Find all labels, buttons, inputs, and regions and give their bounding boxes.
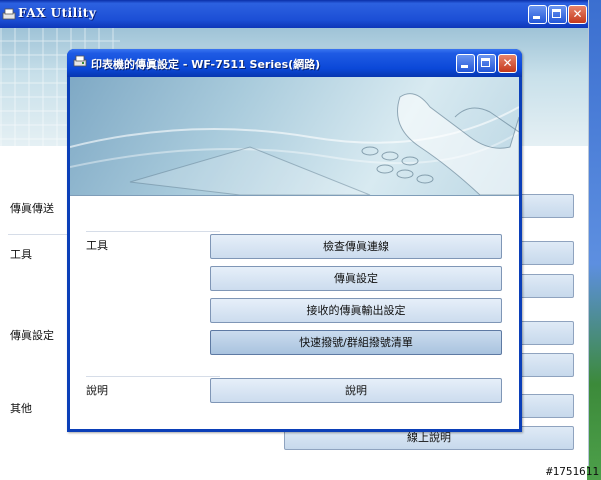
desktop-background <box>587 0 601 480</box>
maximize-button[interactable] <box>477 54 496 73</box>
fax-utility-title: FAX Utility <box>18 6 97 20</box>
hand-touch-illustration <box>70 93 519 195</box>
dialog-titlebar[interactable]: 印表機的傳眞設定 - WF-7511 Series(網路) ✕ <box>67 49 522 77</box>
sidebar-label-fax-send: 傳眞傳送 <box>10 202 54 215</box>
sidebar-label-other: 其他 <box>10 402 32 415</box>
printer-fax-settings-dialog: 印表機的傳眞設定 - WF-7511 Series(網路) ✕ 工具 檢查傳眞連… <box>67 49 522 432</box>
check-fax-connection-button[interactable]: 檢查傳眞連線 <box>210 234 502 259</box>
section-label-tools: 工具 <box>86 239 108 252</box>
back-maximize-button[interactable] <box>548 5 567 24</box>
sidebar-label-tools: 工具 <box>10 248 32 261</box>
section-label-help: 說明 <box>86 384 108 397</box>
sidebar-label-fax-settings: 傳眞設定 <box>10 329 54 342</box>
back-minimize-button[interactable] <box>528 5 547 24</box>
fax-utility-titlebar[interactable]: FAX Utility ✕ <box>0 0 588 28</box>
back-close-button[interactable]: ✕ <box>568 5 587 24</box>
dialog-client-area: 工具 檢查傳眞連線 傳眞設定 接收的傳眞輸出設定 快速撥號/群組撥號清單 說明 … <box>70 77 519 429</box>
speed-dial-group-list-button[interactable]: 快速撥號/群組撥號清單 <box>210 330 502 355</box>
help-button[interactable]: 說明 <box>210 378 502 403</box>
dialog-banner-illustration <box>70 77 519 195</box>
fax-app-icon <box>73 55 87 67</box>
watermark-id: #1751611 <box>546 465 599 478</box>
received-fax-output-settings-button[interactable]: 接收的傳眞輸出設定 <box>210 298 502 323</box>
dialog-title: 印表機的傳眞設定 - WF-7511 Series(網路) <box>91 58 321 71</box>
close-button[interactable]: ✕ <box>498 54 517 73</box>
fax-settings-button[interactable]: 傳眞設定 <box>210 266 502 291</box>
fax-app-icon <box>2 8 16 20</box>
minimize-button[interactable] <box>456 54 475 73</box>
